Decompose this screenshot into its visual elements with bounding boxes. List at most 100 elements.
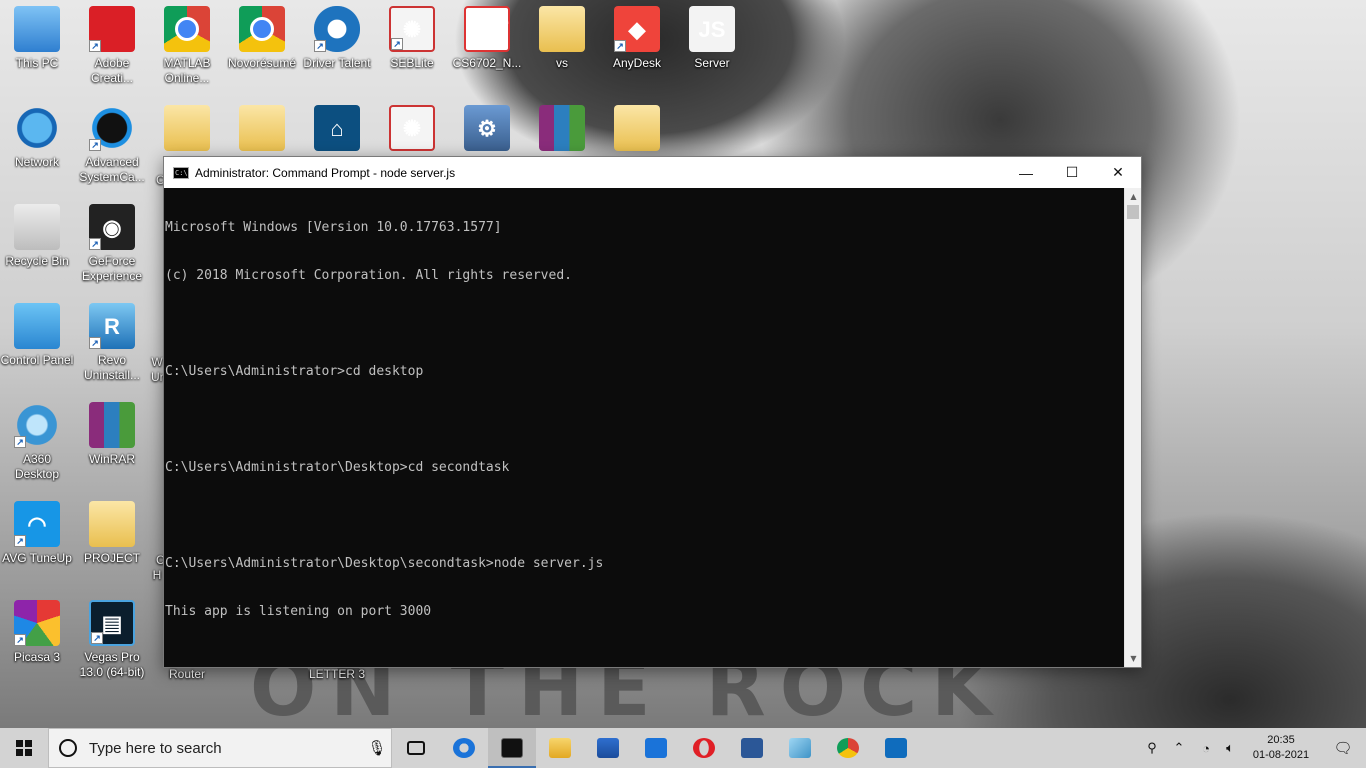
desktop-icon-picasa[interactable]: ↗ Picasa 3: [0, 594, 74, 686]
window-titlebar[interactable]: C:\ Administrator: Command Prompt - node…: [164, 157, 1141, 188]
desktop-icon-label: Advanced SystemCa...: [79, 155, 145, 184]
desktop-icon-winrar[interactable]: WinRAR: [75, 396, 149, 488]
folder-icon: [164, 105, 210, 151]
vertical-scrollbar[interactable]: ▲ ▼: [1124, 188, 1141, 667]
close-button[interactable]: ✕: [1095, 157, 1141, 188]
desktop-icon-folder-partial[interactable]: [225, 99, 299, 155]
taskbar-store[interactable]: [584, 728, 632, 768]
taskbar: Type here to search 🎙︎ ⚲ ⌃ ◔ 🔈︎ 20:35 01…: [0, 728, 1366, 768]
desktop-icon-label: Driver Talent: [303, 56, 371, 70]
notification-icon[interactable]: 🗨︎: [1320, 739, 1366, 757]
taskbar-search-box[interactable]: Type here to search 🎙︎: [48, 728, 392, 768]
microphone-icon[interactable]: 🎙︎: [363, 739, 391, 757]
console-output[interactable]: Microsoft Windows [Version 10.0.17763.15…: [164, 188, 1124, 667]
desktop-icon-seal-partial[interactable]: ✺: [375, 99, 449, 155]
store-icon: [597, 738, 619, 758]
windows-logo-icon: [16, 740, 32, 756]
taskbar-clock[interactable]: 20:35 01-08-2021: [1242, 733, 1320, 763]
clock-time: 20:35: [1267, 734, 1295, 746]
taskbar-command-prompt[interactable]: [488, 728, 536, 768]
taskbar-file-explorer[interactable]: [536, 728, 584, 768]
desktop-icon-label: WinRAR: [88, 452, 135, 466]
desktop-icon-a360[interactable]: ↗ A360 Desktop: [0, 396, 74, 488]
taskbar-task-view[interactable]: [392, 728, 440, 768]
desktop-icon-setup-partial[interactable]: ⚙: [450, 99, 524, 155]
a360-icon: ↗: [14, 402, 60, 448]
taskbar-sticky-notes[interactable]: [776, 728, 824, 768]
desktop-icon-label: vs: [556, 56, 568, 70]
scroll-down-icon[interactable]: ▼: [1125, 650, 1142, 667]
cortana-ring-icon: [59, 739, 77, 757]
desktop-icon-revo[interactable]: R ↗ Revo Uninstall...: [75, 297, 149, 389]
people-icon[interactable]: ⚲: [1140, 740, 1164, 756]
desktop-icon-label-router[interactable]: Router: [150, 667, 224, 681]
pc-icon: [14, 6, 60, 52]
taskbar-outlook[interactable]: [872, 728, 920, 768]
folder-icon: [614, 105, 660, 151]
pdf-icon: PDF: [464, 6, 510, 52]
desktop-icon-this-pc[interactable]: This PC: [0, 0, 74, 92]
desktop-icon-avg-tuneup[interactable]: ◠ ↗ AVG TuneUp: [0, 495, 74, 587]
nvidia-icon: ◉ ↗: [89, 204, 135, 250]
opera-icon: [693, 738, 715, 758]
taskbar-edge[interactable]: [440, 728, 488, 768]
desktop-icon-network[interactable]: Network: [0, 99, 74, 191]
command-prompt-window[interactable]: C:\ Administrator: Command Prompt - node…: [163, 156, 1142, 668]
desktop-icon-label: Server: [694, 56, 730, 70]
desktop-icon-label: AVG TuneUp: [2, 551, 72, 565]
desktop-icon-folder-partial[interactable]: [600, 99, 674, 155]
chrome-icon: [837, 738, 859, 758]
file-explorer-icon: [549, 738, 571, 758]
sticky-notes-icon: [789, 738, 811, 758]
desktop-icon-label: Recycle Bin: [5, 254, 69, 268]
desktop-icon-anydesk[interactable]: ◆ ↗ AnyDesk: [600, 0, 674, 92]
picasa-icon: ↗: [14, 600, 60, 646]
desktop-icon-project[interactable]: PROJECT: [75, 495, 149, 587]
start-button[interactable]: [0, 728, 48, 768]
desktop-icon-geforce[interactable]: ◉ ↗ GeForce Experience: [75, 198, 149, 290]
taskbar-mail[interactable]: [632, 728, 680, 768]
chevron-up-icon[interactable]: ⌃: [1164, 740, 1194, 756]
desktop-icon-vs[interactable]: vs: [525, 0, 599, 92]
minimize-button[interactable]: —: [1003, 157, 1049, 188]
desktop-icon-advanced-systemcare[interactable]: ↗ Advanced SystemCa...: [75, 99, 149, 191]
edge-icon: [453, 738, 475, 758]
taskbar-word[interactable]: [728, 728, 776, 768]
desktop-icon-pdf[interactable]: PDF CS6702_N...: [450, 0, 524, 92]
desktop-icon-label: This PC: [15, 56, 59, 70]
volume-icon[interactable]: 🔈︎: [1218, 740, 1242, 756]
wifi-icon[interactable]: ◔: [1194, 741, 1218, 756]
task-view-icon: [407, 741, 425, 755]
chrome-icon: [164, 6, 210, 52]
word-icon: [741, 738, 763, 758]
desktop-icon-vegas-pro[interactable]: ▤ ↗ Vegas Pro 13.0 (64-bit): [75, 594, 149, 686]
desktop-icon-matlab-online[interactable]: MATLAB Online...: [150, 0, 224, 92]
desktop-icon-adobe[interactable]: ↗ Adobe Creati...: [75, 0, 149, 92]
scrollbar-thumb[interactable]: [1127, 205, 1139, 219]
taskbar-opera[interactable]: [680, 728, 728, 768]
setup-icon: ⚙: [464, 105, 510, 151]
desktop-icon-app-partial[interactable]: ⌂: [300, 99, 374, 155]
desktop-icon-folder-partial[interactable]: [150, 99, 224, 155]
desktop-icon-label-letter3[interactable]: LETTER 3: [300, 667, 374, 681]
maximize-button[interactable]: ☐: [1049, 157, 1095, 188]
scroll-up-icon[interactable]: ▲: [1125, 188, 1142, 205]
console-line: C:\Users\Administrator>cd desktop: [165, 364, 424, 379]
desktop-icon-novoresume[interactable]: Novorésumé: [225, 0, 299, 92]
desktop-icon-control-panel[interactable]: Control Panel: [0, 297, 74, 389]
desktop-icon-seblite[interactable]: ✺ ↗ SEBLite: [375, 0, 449, 92]
desktop-icon-label: Adobe Creati...: [90, 56, 133, 85]
system-tray: ⚲ ⌃ ◔ 🔈︎ 20:35 01-08-2021 🗨︎: [1140, 728, 1366, 768]
desktop-icon-driver-talent[interactable]: ↗ Driver Talent: [300, 0, 374, 92]
taskbar-chrome[interactable]: [824, 728, 872, 768]
console-line: C:\Users\Administrator\Desktop>cd second…: [165, 460, 510, 475]
desktop-icon-server[interactable]: JS Server: [675, 0, 749, 92]
anydesk-icon: ◆ ↗: [614, 6, 660, 52]
desktop-icon-recycle-bin[interactable]: Recycle Bin: [0, 198, 74, 290]
chrome-icon: [239, 6, 285, 52]
control-panel-icon: [14, 303, 60, 349]
desktop-icon-winrar-partial[interactable]: [525, 99, 599, 155]
winrar-icon: [539, 105, 585, 151]
desktop-icon-label: GeForce Experience: [81, 254, 143, 283]
vegas-icon: ▤ ↗: [89, 600, 135, 646]
